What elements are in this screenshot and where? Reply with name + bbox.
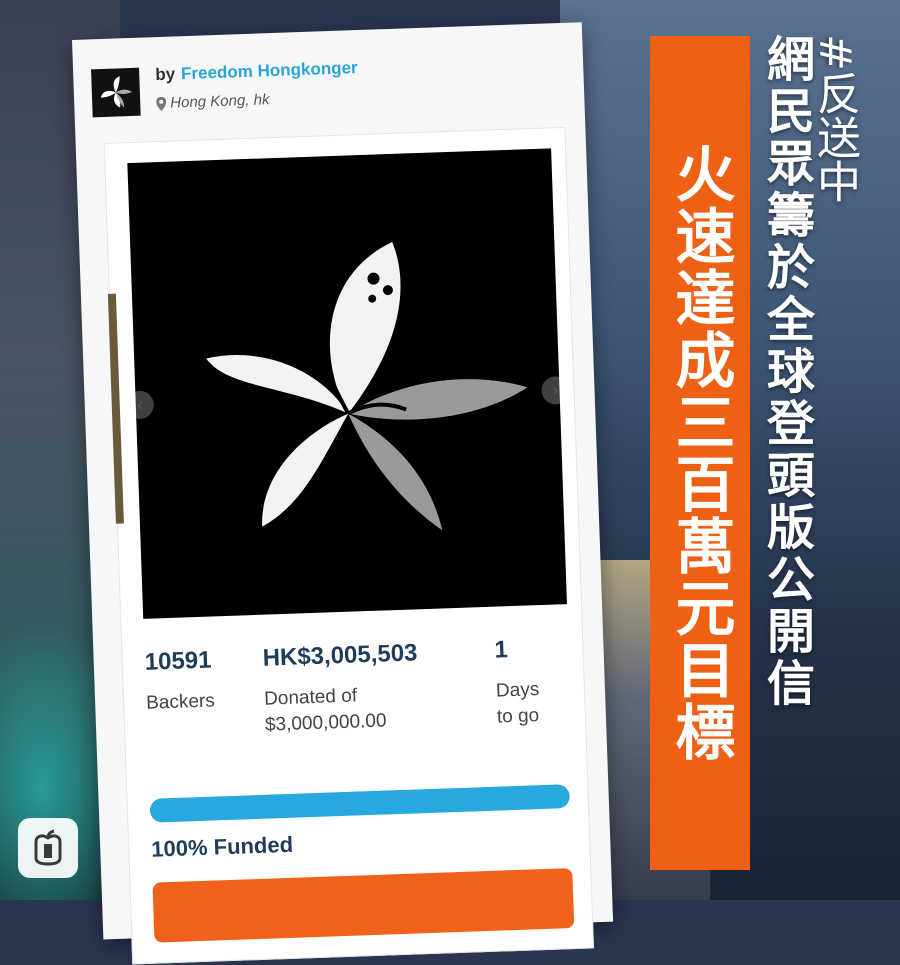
days-value: 1: [494, 636, 509, 664]
backers-label: Backers: [145, 690, 216, 714]
donated-goal: $3,000,000.00: [264, 710, 387, 736]
days-label-line1: Days: [495, 679, 540, 702]
location-text: Hong Kong, hk: [169, 91, 270, 112]
apple-daily-logo-icon: [18, 818, 78, 878]
donated-stat: HK$3,005,503 Donated of $3,000,000.00: [262, 639, 420, 738]
organizer-link[interactable]: Freedom Hongkonger: [181, 58, 358, 83]
headline-banner: 火速達成三百萬元目標: [650, 36, 750, 870]
funding-progress-bar: [149, 784, 571, 823]
donated-label: Donated of $3,000,000.00: [264, 681, 420, 738]
days-stat: 1 Days to go: [494, 635, 541, 730]
sub-headline: #反送中 網民眾籌於全球登頭版公開信: [758, 30, 882, 890]
funding-progress-fill: [149, 784, 571, 823]
black-bauhinia-flower-image: ‹ ›: [125, 148, 571, 619]
map-pin-icon: [156, 96, 167, 111]
campaign-stats: 10591 Backers HK$3,005,503 Donated of $3…: [144, 634, 578, 759]
campaign-card: by Freedom Hongkonger Hong Kong, hk ‹ › …: [72, 22, 614, 965]
location: Hong Kong, hk: [156, 91, 270, 112]
chevron-right-icon[interactable]: ›: [541, 375, 571, 405]
contribute-button[interactable]: [152, 868, 575, 943]
bauhinia-graphic: [206, 241, 528, 531]
backers-value: 10591: [144, 646, 212, 676]
adjacent-slide-edge: [107, 293, 124, 524]
headline-text: 火速達成三百萬元目標: [665, 143, 735, 763]
by-label: by: [154, 64, 176, 85]
hashtag: #反送中: [809, 34, 860, 203]
sub-headline-text: 網民眾籌於全球登頭版公開信: [758, 34, 814, 710]
campaign-header: by Freedom Hongkonger Hong Kong, hk: [91, 47, 567, 124]
funded-label: 100% Funded: [150, 831, 294, 862]
days-label-line2: to go: [496, 704, 540, 728]
backers-stat: 10591 Backers: [144, 646, 215, 716]
donated-value: HK$3,005,503: [262, 639, 418, 672]
organizer-line: by Freedom Hongkonger: [155, 58, 358, 85]
campaign-panel: ‹ › 10591 Backers HK$3,005,503 Donated o…: [103, 126, 595, 965]
days-label: Days to go: [496, 677, 541, 730]
black-bauhinia-icon[interactable]: [91, 67, 141, 118]
